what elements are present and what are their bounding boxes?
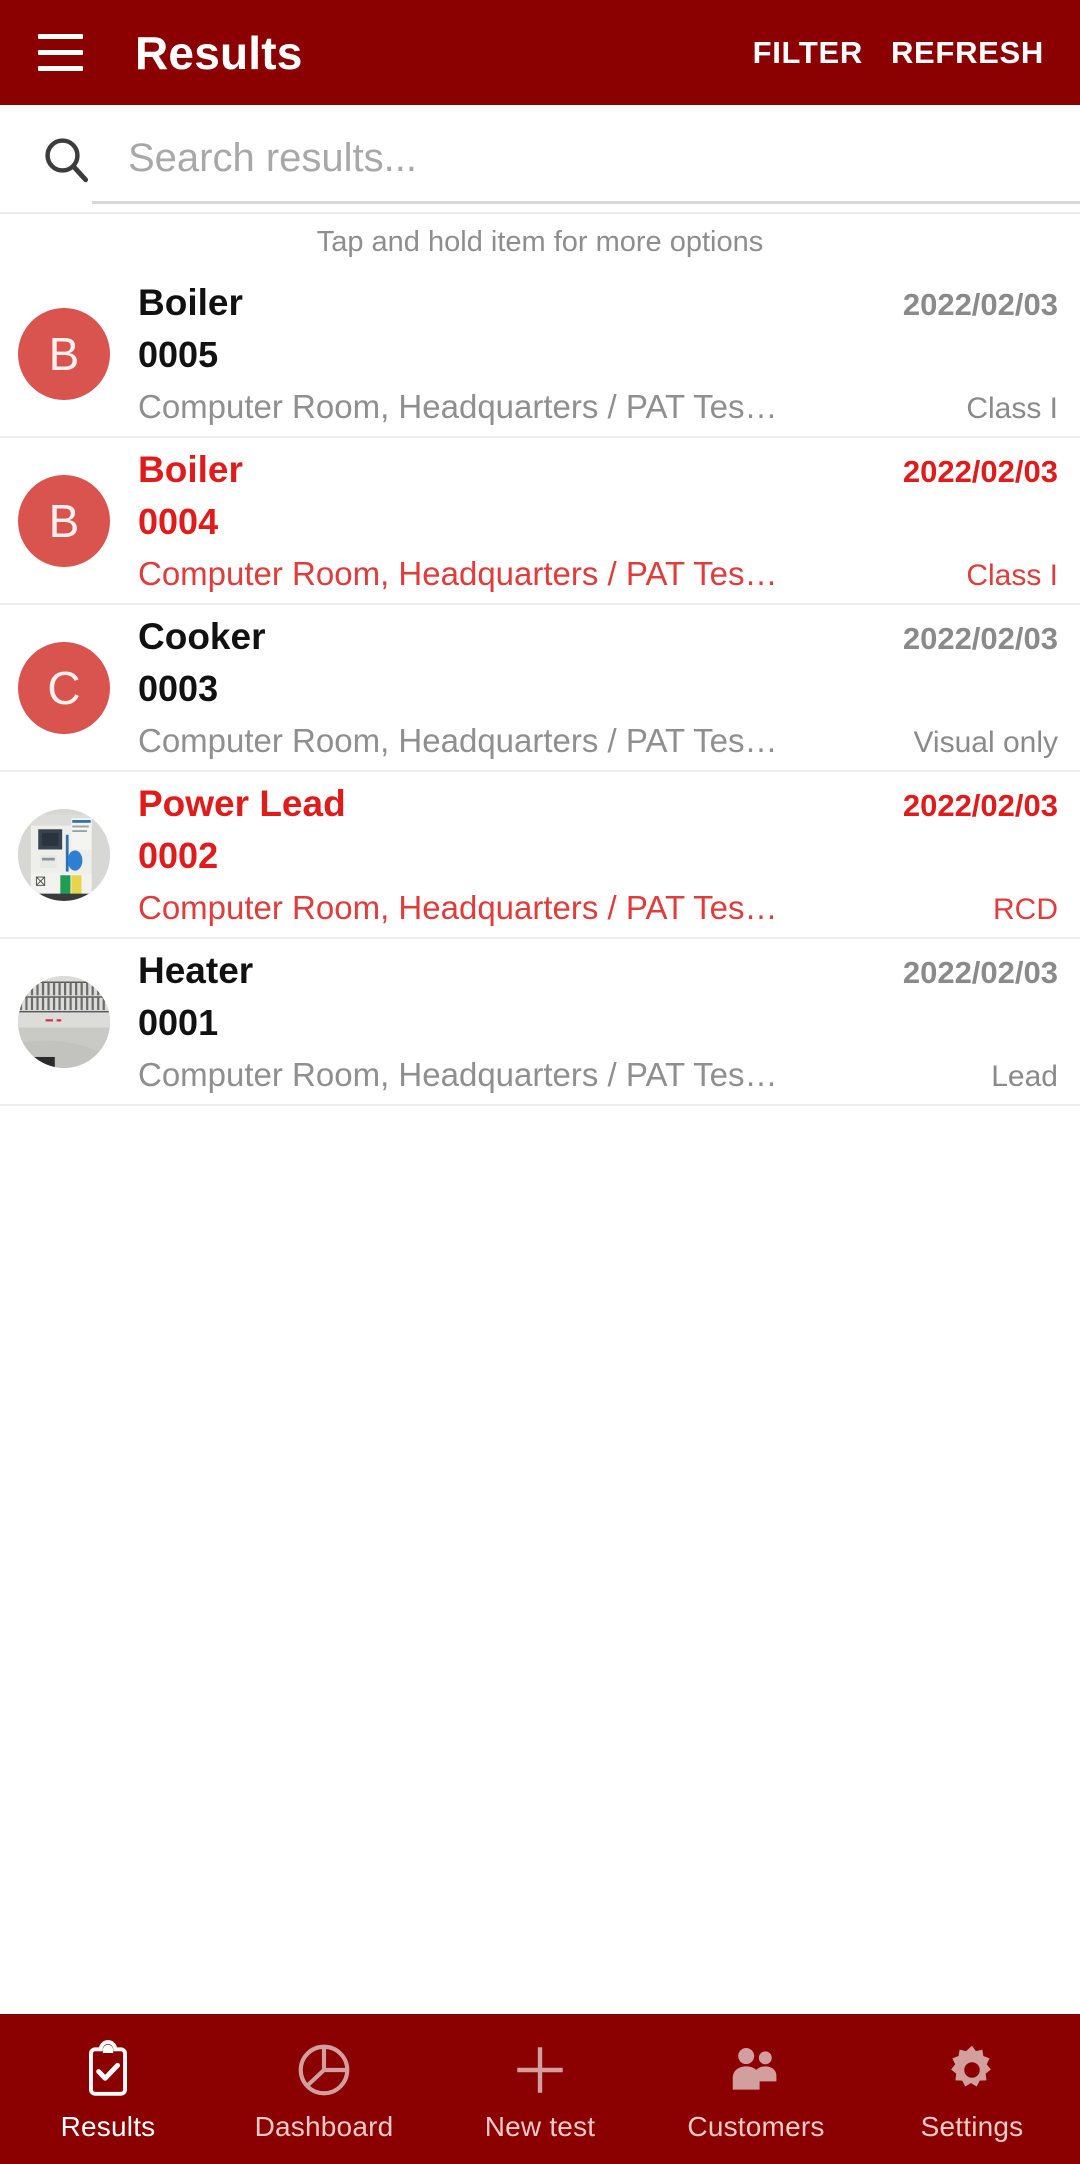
- app-bar: Results FILTER REFRESH: [0, 0, 1080, 105]
- tab-label: Customers: [687, 2111, 825, 2142]
- row-top-line: Cooker 2022/02/03: [138, 616, 1058, 658]
- hamburger-menu-icon[interactable]: [30, 23, 90, 83]
- search-input[interactable]: [128, 110, 1080, 207]
- page-title: Results: [135, 26, 303, 79]
- asset-title: Cooker: [138, 615, 266, 657]
- asset-location: Computer Room, Headquarters / PAT Tes…: [138, 721, 778, 759]
- row-body: Cooker 2022/02/03 0003 Computer Room, He…: [138, 605, 1058, 770]
- asset-location: Computer Room, Headquarters / PAT Tes…: [138, 1055, 778, 1093]
- row-bottom-line: Computer Room, Headquarters / PAT Tes… V…: [138, 722, 1058, 760]
- avatar: B: [18, 474, 110, 567]
- tab-label: New test: [484, 2111, 596, 2142]
- avatar: [18, 975, 110, 1068]
- hamburger-bar: [37, 34, 83, 39]
- row-body: Boiler 2022/02/03 0004 Computer Room, He…: [138, 438, 1058, 603]
- table-row[interactable]: B Boiler 2022/02/03 0005 Computer Room, …: [0, 271, 1080, 438]
- avatar: [18, 808, 110, 901]
- asset-number: 0001: [138, 1001, 219, 1043]
- avatar: C: [18, 641, 110, 734]
- row-bottom-line: Computer Room, Headquarters / PAT Tes… C…: [138, 555, 1058, 593]
- row-top-line: Boiler 2022/02/03: [138, 449, 1058, 491]
- status-badge: Class I: [966, 391, 1058, 425]
- search-underline: [92, 201, 1080, 204]
- row-top-line: Heater 2022/02/03: [138, 950, 1058, 992]
- rcd-breaker-photo: [18, 808, 110, 901]
- gear-icon: [951, 2045, 991, 2087]
- row-body: Boiler 2022/02/03 0005 Computer Room, He…: [138, 271, 1058, 436]
- refresh-button[interactable]: REFRESH: [877, 25, 1058, 81]
- tab-label: Results: [60, 2111, 156, 2142]
- test-date: 2022/02/03: [902, 620, 1058, 656]
- row-body: Heater 2022/02/03 0001 Computer Room, He…: [138, 939, 1058, 1104]
- row-bottom-line: Computer Room, Headquarters / PAT Tes… R…: [138, 889, 1058, 927]
- pie-chart-icon: [298, 2044, 350, 2096]
- avatar: B: [18, 307, 110, 400]
- search-bar: [0, 105, 1080, 212]
- plus-icon: [517, 2047, 563, 2093]
- status-badge: Lead: [991, 1059, 1058, 1093]
- tab-label: Settings: [920, 2111, 1024, 2142]
- filter-button[interactable]: FILTER: [739, 25, 877, 81]
- status-badge: RCD: [993, 892, 1058, 926]
- status-badge: Visual only: [913, 725, 1058, 759]
- row-top-line: Power Lead 2022/02/03: [138, 783, 1058, 825]
- asset-title: Heater: [138, 949, 254, 991]
- asset-number: 0003: [138, 667, 219, 709]
- test-date: 2022/02/03: [902, 954, 1058, 990]
- hamburger-bar: [37, 50, 83, 55]
- table-row[interactable]: B Boiler 2022/02/03 0004 Computer Room, …: [0, 438, 1080, 605]
- tab-new-test[interactable]: New test: [432, 2014, 648, 2164]
- table-row[interactable]: Heater 2022/02/03 0001 Computer Room, He…: [0, 939, 1080, 1106]
- tab-results[interactable]: Results: [0, 2014, 216, 2164]
- asset-title: Boiler: [138, 281, 243, 323]
- row-body: Power Lead 2022/02/03 0002 Computer Room…: [138, 772, 1058, 937]
- asset-location: Computer Room, Headquarters / PAT Tes…: [138, 888, 778, 926]
- row-bottom-line: Computer Room, Headquarters / PAT Tes… L…: [138, 1056, 1058, 1094]
- test-date: 2022/02/03: [902, 787, 1058, 823]
- empty-list-area: [0, 1106, 1080, 2014]
- heater-grille-photo: [18, 975, 110, 1068]
- avatar-letter: C: [47, 661, 81, 714]
- asset-number: 0002: [138, 834, 219, 876]
- tab-dashboard[interactable]: Dashboard: [216, 2014, 432, 2164]
- people-group-icon: [732, 2048, 777, 2090]
- row-bottom-line: Computer Room, Headquarters / PAT Tes… C…: [138, 388, 1058, 426]
- tab-settings[interactable]: Settings: [864, 2014, 1080, 2164]
- results-list: B Boiler 2022/02/03 0005 Computer Room, …: [0, 271, 1080, 1106]
- asset-number: 0005: [138, 333, 219, 375]
- table-row[interactable]: C Cooker 2022/02/03 0003 Computer Room, …: [0, 605, 1080, 772]
- row-top-line: Boiler 2022/02/03: [138, 282, 1058, 324]
- tab-label: Dashboard: [254, 2111, 394, 2142]
- tab-customers[interactable]: Customers: [648, 2014, 864, 2164]
- avatar-letter: B: [48, 327, 80, 380]
- clipboard-check-icon: [89, 2040, 127, 2096]
- asset-location: Computer Room, Headquarters / PAT Tes…: [138, 387, 778, 425]
- asset-number: 0004: [138, 500, 219, 542]
- asset-title: Boiler: [138, 448, 243, 490]
- long-press-hint: Tap and hold item for more options: [0, 214, 1080, 271]
- asset-title: Power Lead: [138, 782, 346, 824]
- bottom-navigation: Results Dashboard New test Customers Set…: [0, 2014, 1080, 2164]
- asset-location: Computer Room, Headquarters / PAT Tes…: [138, 554, 778, 592]
- search-icon[interactable]: [38, 131, 94, 187]
- table-row[interactable]: Power Lead 2022/02/03 0002 Computer Room…: [0, 772, 1080, 939]
- status-badge: Class I: [966, 558, 1058, 592]
- avatar-letter: B: [48, 494, 80, 547]
- test-date: 2022/02/03: [902, 453, 1058, 489]
- hamburger-bar: [37, 66, 83, 71]
- test-date: 2022/02/03: [902, 286, 1058, 322]
